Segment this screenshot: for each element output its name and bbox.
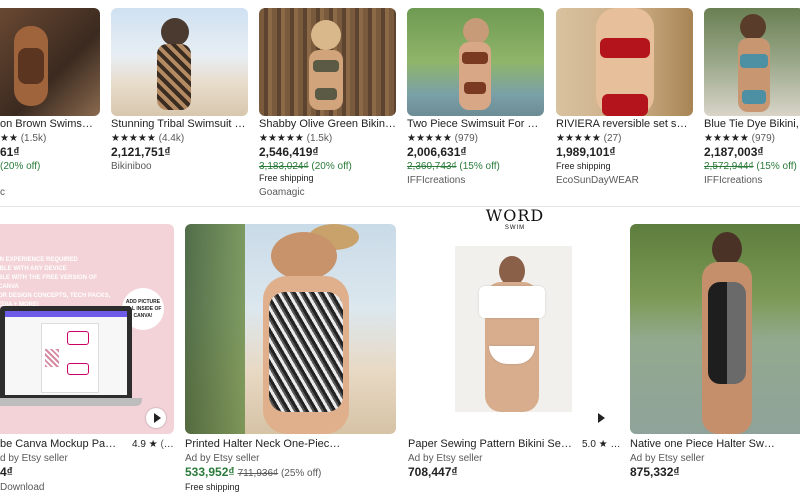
digital-download-label: Download — [0, 482, 45, 493]
shop-name[interactable]: Bikiniboo — [111, 160, 248, 173]
shop-name[interactable]: IFFIcreations — [407, 174, 544, 187]
listing-image[interactable] — [630, 224, 800, 434]
play-video-icon[interactable] — [146, 408, 166, 428]
listing-discount: 2,572,944₫ (15% off) — [704, 161, 797, 172]
play-video-icon[interactable] — [598, 413, 605, 423]
listing-title[interactable]: Printed Halter Neck One-Piece S... — [185, 438, 345, 451]
ad-label: d by Etsy seller — [0, 453, 68, 464]
ad-label: Ad by Etsy seller — [630, 453, 705, 464]
listing-price: 4₫ — [0, 466, 13, 479]
listing-rating: ★★★★★ (4.4k) — [111, 133, 185, 144]
free-shipping-label: Free shipping — [556, 161, 611, 171]
listing-title[interactable]: Shabby Olive Green Bikini, B... — [259, 118, 396, 131]
listing-title[interactable]: Stunning Tribal Swimsuit - Re... — [111, 118, 248, 131]
listing-price: 533,952₫ — [185, 466, 235, 479]
section-divider — [0, 206, 800, 207]
listing-rating: ★★ (1.5k) — [0, 133, 47, 144]
listing-image[interactable] — [556, 8, 693, 116]
shop-name[interactable]: EcoSunDayWEAR — [556, 174, 693, 187]
listing-image[interactable]: WORD SWIM — [408, 208, 619, 434]
listing-rating: ★★★★★ (979) — [704, 133, 775, 144]
shop-name[interactable]: Goamagic — [259, 186, 396, 199]
listing-image[interactable] — [185, 224, 396, 434]
listing-price-row: 533,952₫ 711,936₫ (25% off) — [185, 466, 322, 479]
listing-price: 2,187,003₫ — [704, 146, 764, 159]
mockup-feature-list: IN EXPERIENCE REQUIRED IBLE WITH ANY DEV… — [0, 257, 111, 308]
listing-rating: ★★★★★ (979) — [407, 133, 478, 144]
listing-image[interactable] — [111, 8, 248, 116]
listing-title[interactable]: Native one Piece Halter Swimsui... — [630, 438, 775, 451]
listing-price: 875,332₫ — [630, 466, 680, 479]
listing-rating: ★★★★★ (27) — [556, 133, 622, 144]
listing-discount: 2,360,743₫ (15% off) — [407, 161, 500, 172]
listing-title[interactable]: Two Piece Swimsuit For Wom... — [407, 118, 544, 131]
shop-name[interactable]: c — [0, 186, 98, 199]
listing-title[interactable]: Paper Sewing Pattern Bikini Set ... — [408, 438, 572, 451]
free-shipping-label: Free shipping — [259, 173, 314, 183]
free-shipping-label: Free shipping — [185, 482, 240, 492]
listing-price: 61₫ — [0, 146, 20, 159]
listing-rating: 5.0 ★ (5) — [582, 439, 622, 450]
listing-discount: (20% off) — [0, 161, 41, 172]
listing-image[interactable] — [0, 8, 100, 116]
listing-title[interactable]: be Canva Mockup Pack... — [0, 438, 118, 451]
laptop-mockup — [0, 306, 132, 398]
listing-price: 708,447₫ — [408, 466, 458, 479]
listing-title[interactable]: RIVIERA reversible set sustai... — [556, 118, 693, 131]
listing-image[interactable] — [704, 8, 800, 116]
listing-price: 1,989,101₫ — [556, 146, 616, 159]
listing-title[interactable]: on Brown Swimsuit, ... — [0, 118, 98, 131]
brand-logo: WORD SWIM — [485, 208, 545, 231]
listing-rating: 4.9 ★ (33) — [132, 439, 176, 450]
ad-label: Ad by Etsy seller — [185, 453, 260, 464]
ad-label: Ad by Etsy seller — [408, 453, 483, 464]
listing-price: 2,121,751₫ — [111, 146, 171, 159]
listing-rating: ★★★★★ (1.5k) — [259, 133, 333, 144]
listing-price: 2,546,419₫ — [259, 146, 319, 159]
shop-name[interactable]: IFFIcreations — [704, 174, 800, 187]
listing-image[interactable] — [407, 8, 544, 116]
listing-title[interactable]: Blue Tie Dye Bikini, Ho — [704, 118, 800, 131]
listing-image[interactable] — [259, 8, 396, 116]
listing-price: 2,006,631₫ — [407, 146, 467, 159]
listing-image[interactable]: IN EXPERIENCE REQUIRED IBLE WITH ANY DEV… — [0, 224, 174, 434]
